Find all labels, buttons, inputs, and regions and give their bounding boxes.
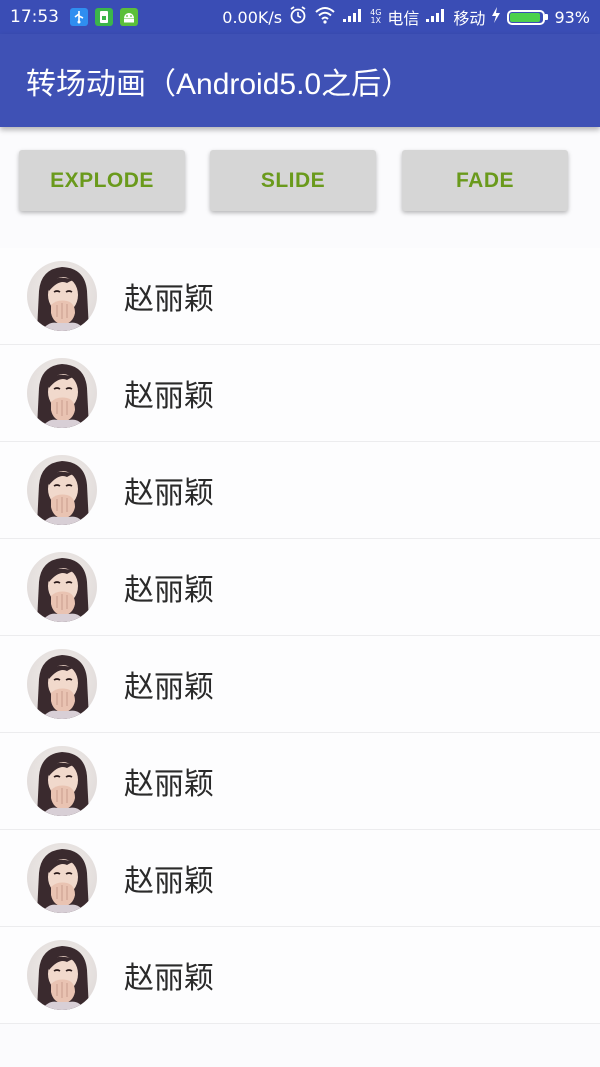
- network-type: 4G 1X: [370, 8, 382, 25]
- explode-button[interactable]: EXPLODE: [19, 150, 185, 211]
- battery-icon: [507, 9, 549, 25]
- battery-percent: 93%: [554, 7, 590, 27]
- list-item-name: 赵丽颖: [124, 476, 214, 511]
- sim-icon: [95, 8, 113, 26]
- avatar: [27, 843, 97, 913]
- charging-icon: [491, 6, 501, 28]
- list-item-name: 赵丽颖: [124, 282, 214, 317]
- avatar: [27, 552, 97, 622]
- list-item-name: 赵丽颖: [124, 864, 214, 899]
- page-title: 转场动画（Android5.0之后）: [26, 67, 412, 101]
- wifi-icon: [314, 6, 336, 29]
- app-bar: 转场动画（Android5.0之后）: [0, 34, 600, 127]
- list-item-name: 赵丽颖: [124, 573, 214, 608]
- list-item[interactable]: 赵丽颖: [0, 539, 600, 636]
- list-item[interactable]: 赵丽颖: [0, 248, 600, 345]
- status-bar: 17:53 0.00K/s 4G 1X 电信 移动 93%: [0, 0, 600, 34]
- list-item[interactable]: 赵丽颖: [0, 733, 600, 830]
- list-item-name: 赵丽颖: [124, 767, 214, 802]
- avatar: [27, 940, 97, 1010]
- list-item[interactable]: 赵丽颖: [0, 345, 600, 442]
- list-item[interactable]: 赵丽颖: [0, 830, 600, 927]
- avatar: [27, 455, 97, 525]
- fade-button[interactable]: FADE: [402, 150, 568, 211]
- button-row: EXPLODE SLIDE FADE: [0, 127, 600, 240]
- signal-icon-2: [425, 7, 447, 28]
- list-item-name: 赵丽颖: [124, 379, 214, 414]
- list-item[interactable]: 赵丽颖: [0, 636, 600, 733]
- carrier-1: 电信: [387, 9, 420, 28]
- avatar: [27, 746, 97, 816]
- list-item-name: 赵丽颖: [124, 961, 214, 996]
- list-item-name: 赵丽颖: [124, 670, 214, 705]
- usb-icon: [70, 8, 88, 26]
- alarm-icon: [288, 5, 308, 30]
- status-time: 17:53: [10, 7, 59, 27]
- avatar: [27, 261, 97, 331]
- carrier-2: 移动: [453, 9, 486, 28]
- list-item[interactable]: 赵丽颖: [0, 927, 600, 1024]
- person-list: 赵丽颖 赵丽颖 赵丽颖 赵丽颖 赵丽颖 赵丽颖 赵丽颖 赵丽颖: [0, 248, 600, 1024]
- android-icon: [120, 8, 138, 26]
- slide-button[interactable]: SLIDE: [210, 150, 376, 211]
- list-item[interactable]: 赵丽颖: [0, 442, 600, 539]
- avatar: [27, 649, 97, 719]
- signal-icon: [342, 7, 364, 28]
- avatar: [27, 358, 97, 428]
- net-speed: 0.00K/s: [222, 7, 283, 27]
